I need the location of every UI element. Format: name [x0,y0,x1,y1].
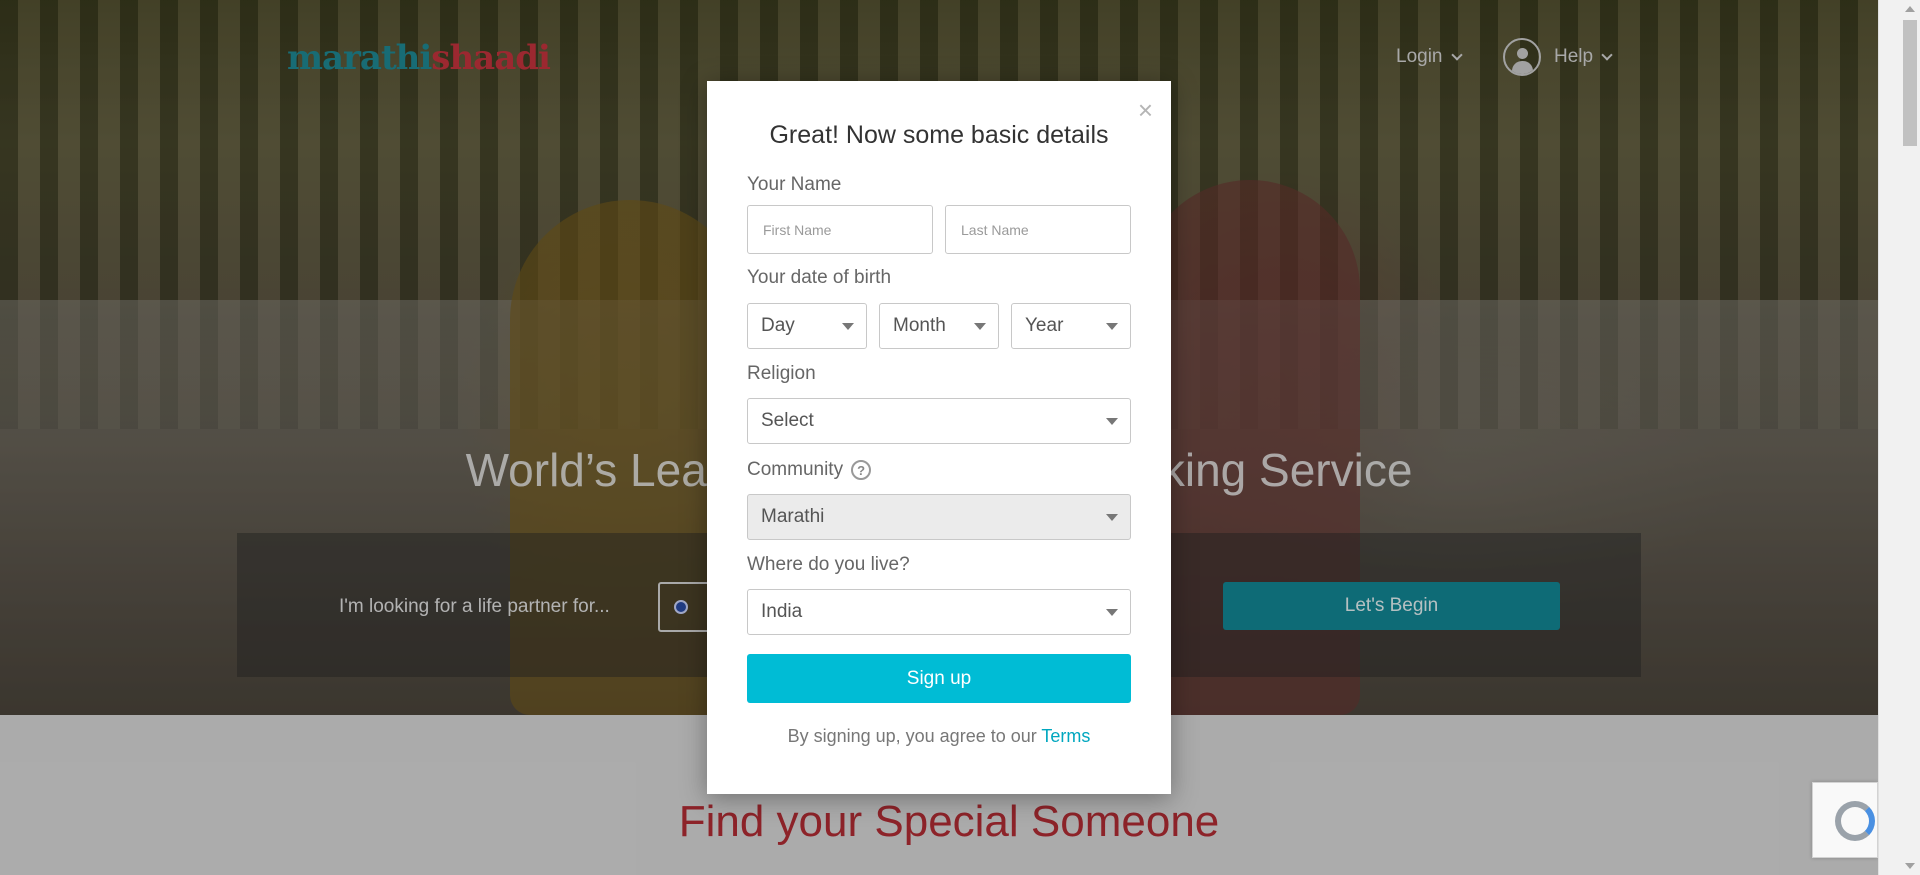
dob-label: Your date of birth [747,267,892,288]
country-select[interactable]: India [747,589,1131,635]
scroll-up-arrow[interactable] [1905,6,1915,12]
last-name-input[interactable] [945,205,1131,254]
community-select[interactable]: Marathi [747,494,1131,540]
terms-text: By signing up, you agree to our Terms [707,726,1171,747]
dropdown-caret-icon [1106,514,1118,521]
terms-link[interactable]: Terms [1041,726,1090,746]
day-select[interactable]: Day [747,303,867,349]
modal-title: Great! Now some basic details [769,121,1109,149]
community-label: Community [747,459,844,480]
recaptcha-icon [1835,801,1875,841]
religion-select[interactable]: Select [747,398,1131,444]
signup-modal: × Great! Now some basic details Your Nam… [707,81,1171,794]
dropdown-caret-icon [1106,323,1118,330]
scroll-down-arrow[interactable] [1905,863,1915,869]
dropdown-caret-icon [1106,609,1118,616]
page-scrollbar[interactable] [1878,0,1920,875]
religion-select-value: Select [761,410,814,431]
community-label-row: Community ? [747,459,872,481]
live-label: Where do you live? [747,554,910,575]
community-select-value: Marathi [761,506,825,527]
religion-label: Religion [747,363,816,384]
help-icon[interactable]: ? [851,460,872,480]
dropdown-caret-icon [1106,418,1118,425]
month-select-value: Month [893,315,946,336]
month-select[interactable]: Month [879,303,999,349]
dropdown-caret-icon [842,323,854,330]
day-select-value: Day [761,315,795,336]
terms-prefix: By signing up, you agree to our [787,726,1042,746]
year-select-value: Year [1025,315,1064,336]
year-select[interactable]: Year [1011,303,1131,349]
name-label: Your Name [747,174,842,195]
scroll-thumb[interactable] [1903,20,1917,146]
country-select-value: India [761,601,803,622]
recaptcha-badge[interactable] [1812,782,1878,858]
close-icon[interactable]: × [1138,97,1153,123]
first-name-input[interactable] [747,205,933,254]
signup-button[interactable]: Sign up [747,654,1131,703]
dropdown-caret-icon [974,323,986,330]
